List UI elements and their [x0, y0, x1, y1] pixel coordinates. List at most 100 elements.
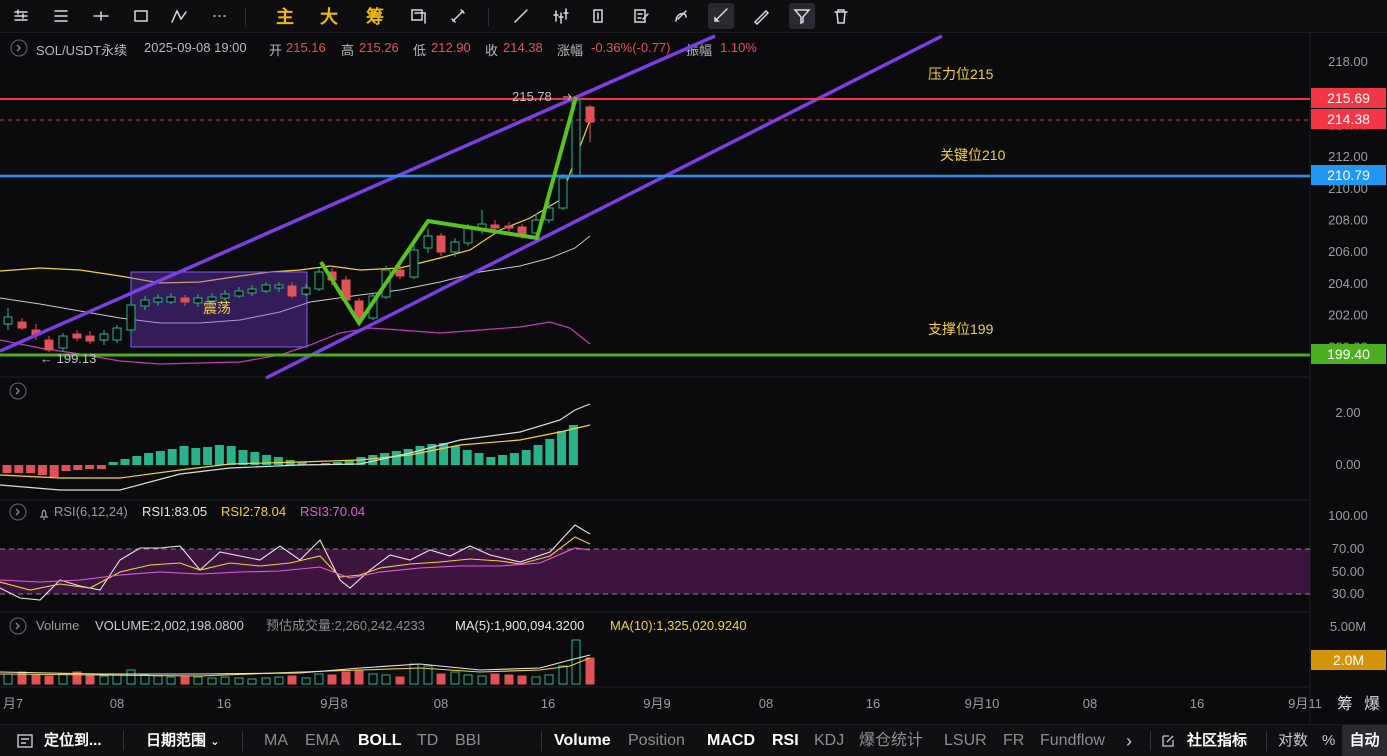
indicator-icon[interactable] [166, 3, 192, 29]
volume-name: Volume [36, 618, 79, 633]
volume-bar [301, 677, 311, 685]
candle-body [58, 335, 68, 349]
chart-area[interactable]: 218.00216.00214.00212.00210.00208.00206.… [0, 32, 1387, 724]
collapse-icon[interactable] [9, 382, 27, 400]
tool-3-icon[interactable] [508, 3, 534, 29]
rsi-band [0, 549, 1310, 594]
trash-icon[interactable] [828, 3, 854, 29]
macd-histogram-bar [450, 446, 460, 465]
macd-histogram-bar [462, 450, 472, 465]
sub-indicator-4[interactable]: KDJ [814, 725, 844, 756]
log-scale-button[interactable]: 对数 [1278, 725, 1308, 756]
pattern-polyline [319, 96, 578, 327]
macd-histogram-bar [144, 453, 154, 465]
toolbar-char-3[interactable]: 筹 [362, 3, 388, 29]
tool-9-icon[interactable] [748, 3, 774, 29]
volume-bar [287, 675, 297, 685]
chevron-right-icon[interactable]: › [1126, 725, 1132, 756]
toolbar-char-label: 主 [276, 7, 294, 27]
macd-histogram-bar [214, 445, 224, 465]
filter-icon[interactable] [789, 3, 815, 29]
resistance-label: 压力位215 [928, 66, 994, 82]
macd-histogram-bar [557, 431, 567, 465]
volume-bar [31, 674, 41, 685]
community-indicators-button[interactable]: 社区指标 [1187, 725, 1247, 756]
macd-histogram-bar [568, 425, 578, 465]
toolbar-char-2[interactable]: 大 [316, 3, 342, 29]
indicator-boll[interactable]: BOLL [358, 725, 402, 756]
candle-body [558, 177, 568, 209]
menu-icon[interactable] [8, 3, 34, 29]
percent-scale-button[interactable]: % [1322, 725, 1335, 756]
locate-button[interactable]: 定位到... [44, 725, 102, 756]
indicator-bbi[interactable]: BBI [455, 725, 481, 756]
candle-down [72, 330, 82, 341]
macd-histogram-bar [167, 449, 177, 465]
candle-body [72, 333, 82, 339]
volume-bar [477, 675, 487, 685]
range-label: 震荡 [203, 300, 231, 316]
indicator-ema[interactable]: EMA [305, 725, 340, 756]
candle-down [585, 105, 595, 142]
volume-bar [368, 673, 378, 685]
price-axis-tick: 202.00 [1328, 308, 1368, 323]
time-axis-tick: 16 [217, 696, 231, 711]
collapse-icon[interactable] [9, 503, 27, 521]
tool-8-icon[interactable] [708, 3, 734, 29]
volume-ma10: MA(10):1,325,020.9240 [610, 618, 747, 633]
edit-icon[interactable] [1161, 725, 1175, 756]
sub-indicator-8[interactable]: Fundflow [1040, 725, 1105, 756]
date-range-button[interactable]: 日期范围 ⌄ [146, 725, 219, 756]
time-axis-tick: 08 [110, 696, 124, 711]
bell-icon[interactable] [40, 509, 48, 520]
toolbar-char-1[interactable]: 主 [272, 3, 298, 29]
sub-indicator-3[interactable]: RSI [772, 725, 799, 756]
tool-2-icon[interactable] [445, 3, 471, 29]
macd-histogram-bar [191, 448, 201, 465]
tool-1-icon[interactable] [405, 3, 431, 29]
volume-bar [85, 674, 95, 685]
price-tag-support: 199.40 [1311, 344, 1386, 364]
sub-indicator-0[interactable]: Volume [554, 725, 611, 756]
sub-indicator-1[interactable]: Position [628, 725, 685, 756]
macd-histogram-bar [486, 457, 496, 465]
macd-histogram-bar [14, 465, 24, 473]
tool-5-icon[interactable] [585, 3, 611, 29]
collapse-icon[interactable] [9, 617, 27, 635]
candle-body [17, 321, 27, 329]
more-icon[interactable] [206, 3, 232, 29]
macd-histogram-bar [498, 455, 508, 465]
rectangle-icon[interactable] [128, 3, 154, 29]
volume-bar [463, 674, 473, 685]
macd-histogram-bar [108, 462, 118, 465]
sub-indicator-2[interactable]: MACD [707, 725, 755, 756]
candle-body [234, 290, 244, 297]
sub-indicator-5[interactable]: 爆仓统计 [859, 725, 923, 756]
macd-axis-tick: 2.00 [1335, 405, 1360, 420]
horizontal-line-icon[interactable] [88, 3, 114, 29]
locate-icon[interactable] [16, 725, 34, 756]
macd-dea-line [0, 424, 591, 479]
tool-7-icon[interactable] [668, 3, 694, 29]
volume-bar [207, 677, 217, 685]
indicator-ma[interactable]: MA [264, 725, 288, 756]
corner-chip-button: 筹 [1337, 695, 1353, 713]
candle-body [436, 235, 446, 253]
support-label: 支撑位199 [928, 321, 994, 337]
indicator-td[interactable]: TD [417, 725, 438, 756]
auto-scale-button[interactable]: 自动 [1342, 725, 1387, 756]
tool-4-icon[interactable] [548, 3, 574, 29]
macd-dif-line [0, 403, 591, 491]
sub-indicator-7[interactable]: FR [1003, 725, 1024, 756]
volume-bar [314, 673, 324, 685]
channel-lower-line[interactable] [265, 34, 943, 380]
volume-bar [450, 671, 460, 685]
tool-6-icon[interactable] [628, 3, 654, 29]
list-icon[interactable] [48, 3, 74, 29]
macd-histogram-bar [203, 447, 213, 465]
sub-indicator-6[interactable]: LSUR [944, 725, 987, 756]
macd-histogram-bar [49, 465, 59, 477]
volume-axis-tick: 5.00M [1330, 619, 1366, 634]
volume-bar [381, 674, 391, 685]
candle-body [287, 285, 297, 297]
